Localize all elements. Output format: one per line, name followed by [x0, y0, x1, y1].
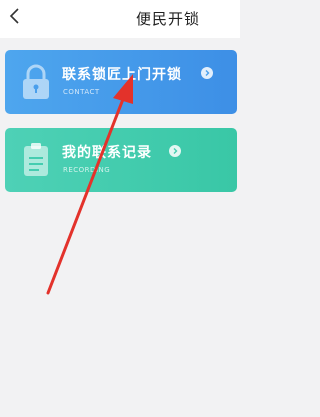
card-title: 联系锁匠上门开锁	[62, 67, 182, 83]
top-bar: 便民开锁	[0, 0, 240, 38]
card-subtitle: RECORDING	[63, 166, 111, 174]
chevron-left-icon[interactable]	[6, 6, 24, 26]
card-subtitle: CONTACT	[63, 88, 100, 96]
chevron-right-icon	[169, 145, 181, 157]
card-title: 我的联系记录	[62, 145, 152, 161]
contact-records-card[interactable]: 我的联系记录 RECORDING	[5, 128, 237, 192]
page-title: 便民开锁	[135, 10, 200, 28]
chevron-right-icon	[201, 67, 213, 79]
padlock-icon	[23, 64, 49, 99]
contact-locksmith-card[interactable]: 联系锁匠上门开锁 CONTACT	[5, 50, 237, 114]
clipboard-icon	[24, 143, 48, 176]
